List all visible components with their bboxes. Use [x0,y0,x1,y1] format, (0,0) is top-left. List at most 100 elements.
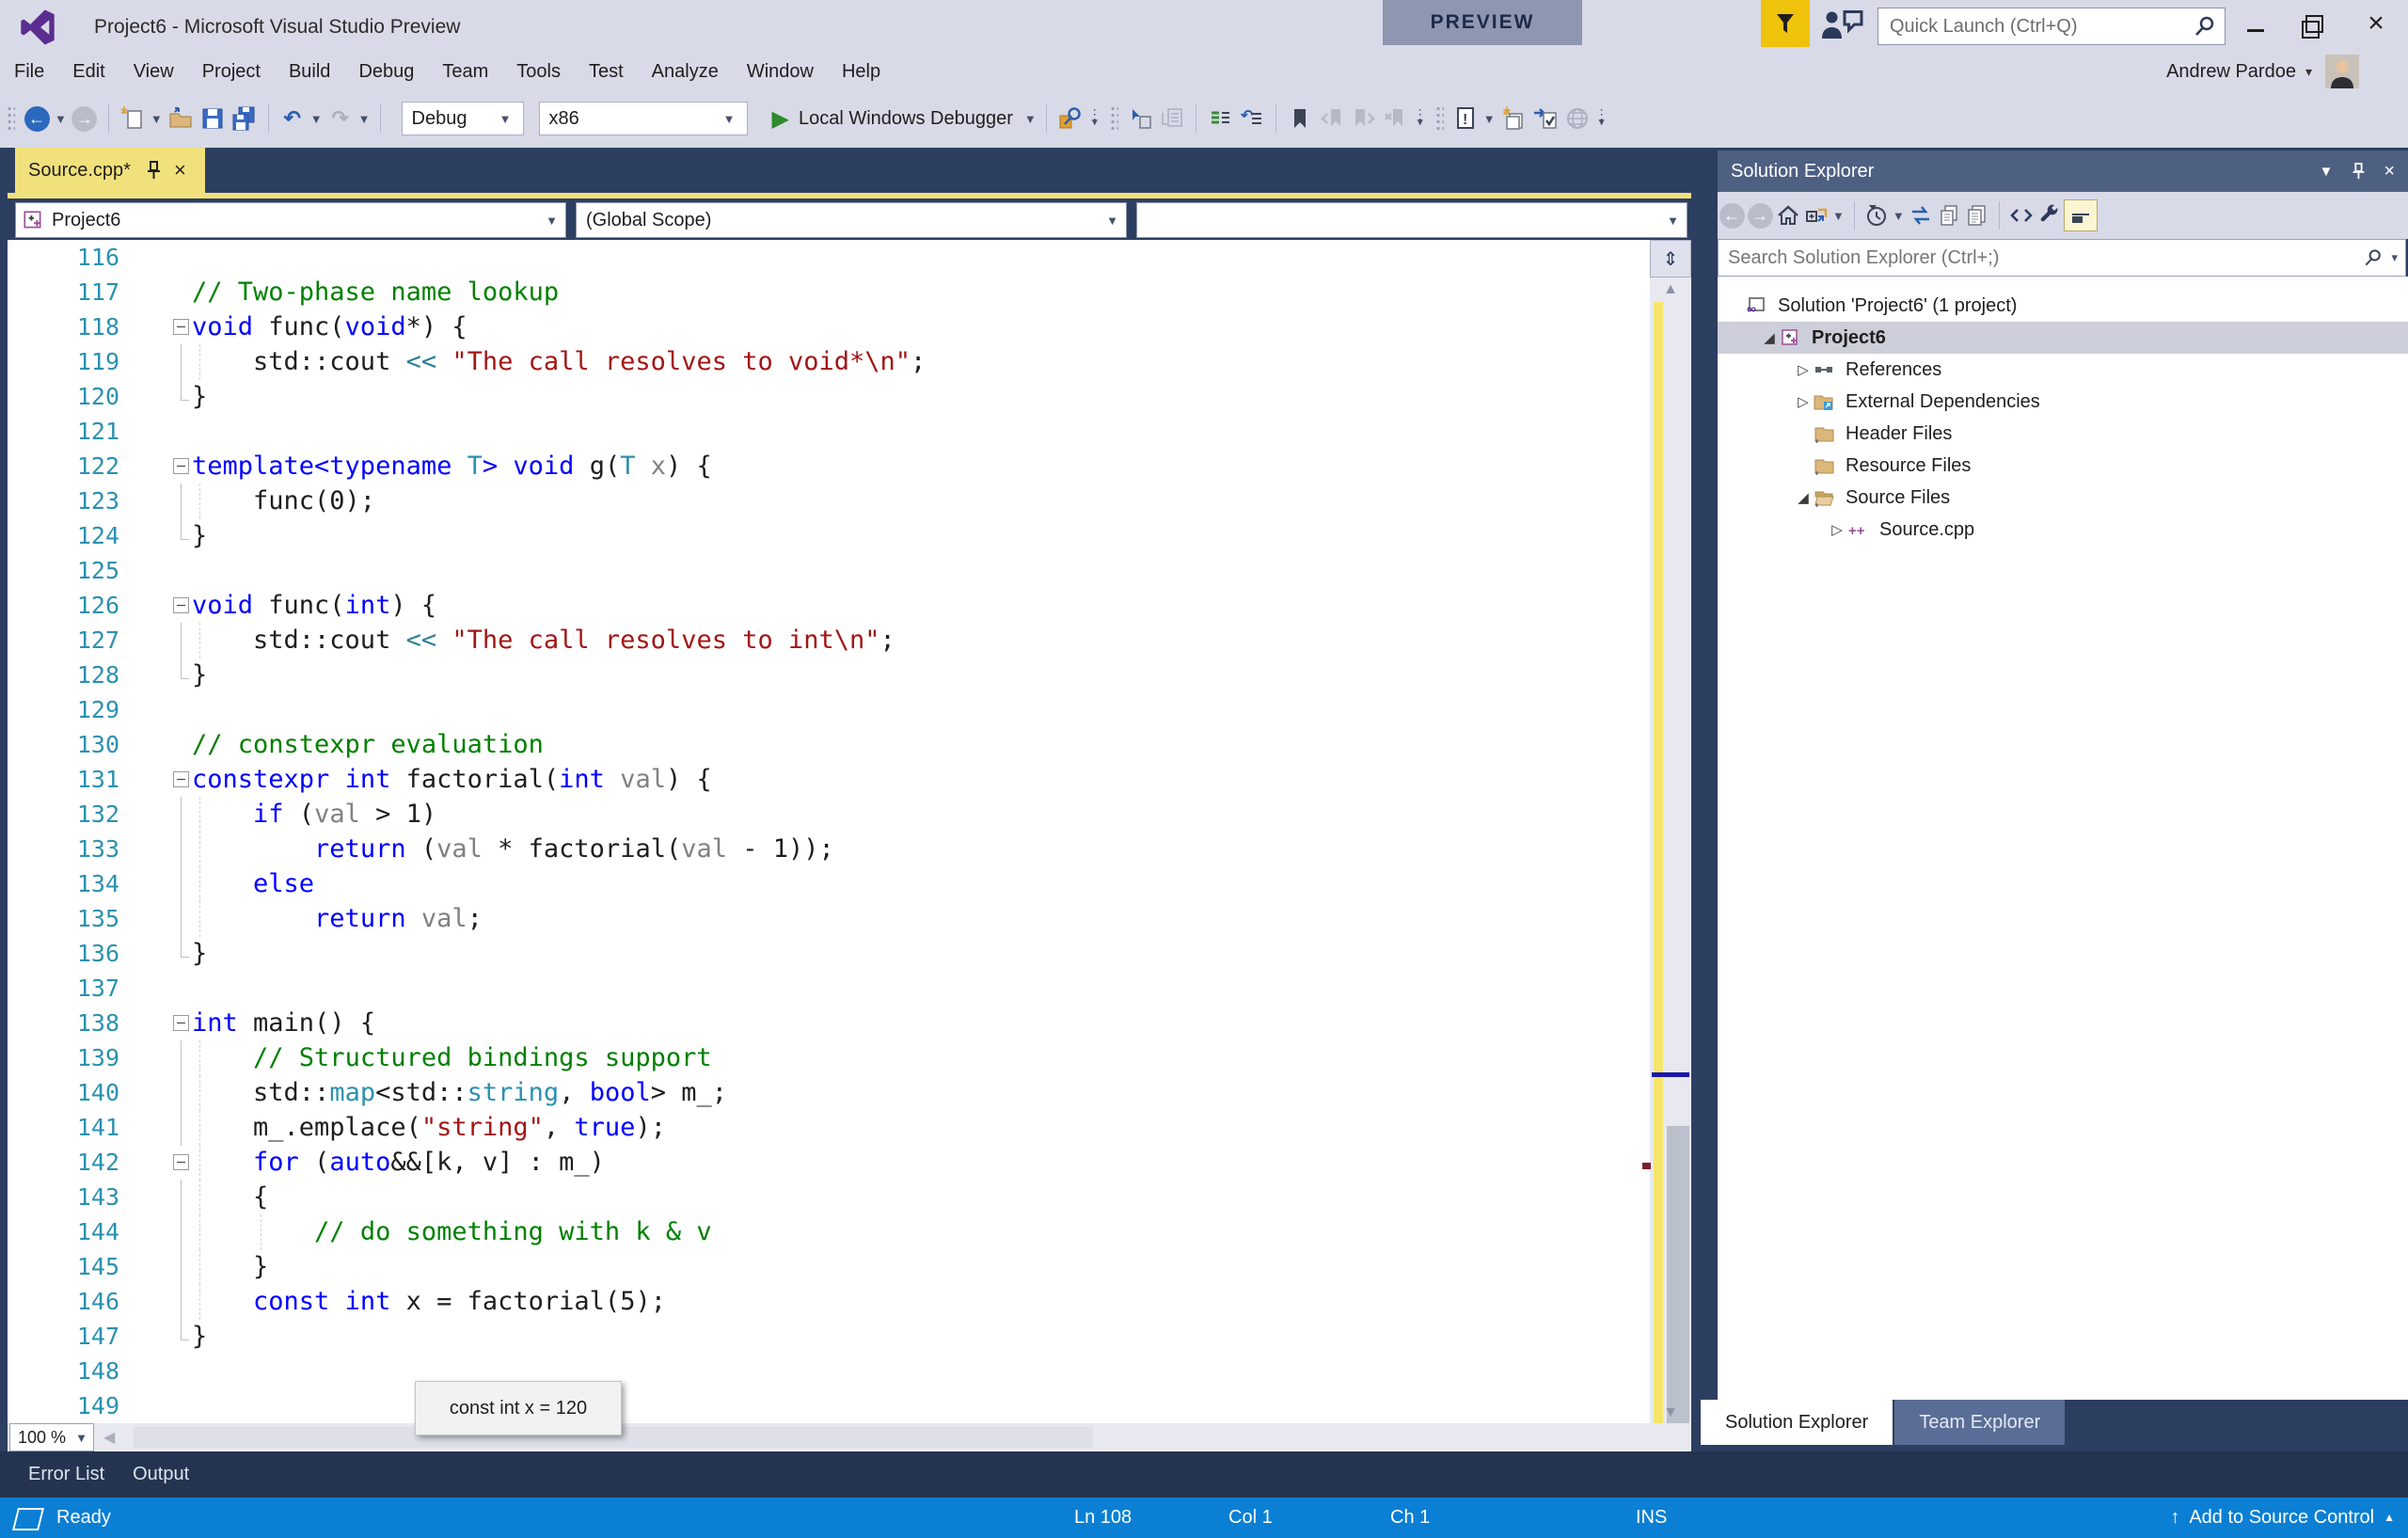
code-line[interactable]: 127 std::cout << "The call resolves to i… [8,623,1650,658]
toolbar-open-file-icon[interactable] [165,103,197,134]
se-preview-toggle-icon[interactable] [2064,201,2098,230]
se-collapse-all-icon[interactable] [1802,201,1830,230]
pin-icon[interactable] [144,160,163,181]
toolbar-toolbar-options-icon[interactable]: ⋮▾ [1593,110,1610,127]
code-line[interactable]: 141 m_.emplace("string", true); [8,1110,1650,1146]
code-line[interactable]: 119 std::cout << "The call resolves to v… [8,344,1650,380]
search-icon[interactable] [2363,247,2384,268]
code-line[interactable]: 120} [8,379,1650,415]
pin-icon[interactable] [2350,162,2367,181]
code-line[interactable]: 130// constexpr evaluation [8,727,1650,763]
se-dropdown-caret-icon[interactable]: ▼ [1893,209,1905,223]
se-copy-doc-icon[interactable] [1935,201,1963,230]
code-line[interactable]: 148 [8,1354,1650,1389]
menu-analyze[interactable]: Analyze [638,61,733,83]
code-line[interactable]: 123 func(0); [8,484,1650,519]
tree-item-source-cpp[interactable]: ▷++Source.cpp [1718,514,2408,546]
expander-collapsed-icon[interactable]: ▷ [1793,361,1814,378]
fold-collapse-box[interactable] [173,1006,189,1041]
toolbar-list-commands-icon[interactable] [1204,103,1236,134]
code-line[interactable]: 136} [8,936,1650,972]
toolbar-dropdown-caret-icon[interactable]: ▼ [310,112,323,126]
menu-team[interactable]: Team [428,61,502,83]
toolbar-redo-icon[interactable]: ↷ [325,103,356,134]
feedback-filter-button[interactable] [1761,0,1810,47]
close-tab-icon[interactable]: × [174,158,186,182]
toolbar-nav-forward-icon[interactable]: → [69,103,101,134]
user-account[interactable]: Andrew Pardoe ▾ [2166,54,2359,89]
tree-item-external-dependencies[interactable]: ▷External Dependencies [1718,386,2408,418]
toolbar-toolbar-options-icon[interactable]: ⋮▾ [1086,110,1103,127]
code-line[interactable]: 122template<typename T> void g(T x) { [8,449,1650,484]
code-line[interactable]: 117// Two-phase name lookup [8,275,1650,310]
toolbar-doc-outline-icon[interactable] [1156,103,1188,134]
zoom-dropdown[interactable]: 100 % ▼ [9,1423,94,1451]
autohide-tab-error-list[interactable]: Error List [28,1464,104,1485]
fold-collapse-box[interactable] [173,1145,189,1181]
code-line[interactable]: 118void func(void*) { [8,309,1650,345]
scroll-up-arrow[interactable]: ▲ [1650,281,1691,298]
code-line[interactable]: 137 [8,971,1650,1007]
add-to-source-control-button[interactable]: ↑ Add to Source Control ▲ [2170,1498,2395,1538]
solution-explorer-search[interactable]: Search Solution Explorer (Ctrl+;) ▾ [1718,239,2406,277]
menu-build[interactable]: Build [275,61,344,83]
status-line[interactable]: Ln 108 [1074,1498,1132,1538]
tree-item-references[interactable]: ▷References [1718,354,2408,386]
menu-view[interactable]: View [119,61,188,83]
toolbar-dropdown-caret-icon[interactable]: ▼ [150,112,163,126]
se-home-icon[interactable] [1774,201,1802,230]
tree-item-source-files[interactable]: ◢Source Files [1718,482,2408,514]
menu-tools[interactable]: Tools [502,61,575,83]
panel-tab-team-explorer[interactable]: Team Explorer [1894,1400,2065,1445]
fold-collapse-box[interactable] [173,588,189,624]
code-line[interactable]: 145 } [8,1249,1650,1285]
code-line[interactable]: 149 [8,1388,1650,1423]
chevron-down-icon[interactable]: ▾ [2391,250,2398,265]
start-debugging-button[interactable]: ▶ Local Windows Debugger ▼ [772,105,1038,133]
horizontal-scrollbar[interactable] [115,1423,1691,1451]
fold-collapse-box[interactable] [173,762,189,798]
toolbar-dropdown-caret-icon[interactable]: ▼ [1483,112,1496,126]
toolbar-save-all-icon[interactable] [229,103,261,134]
tab-source-cpp[interactable]: Source.cpp* × [15,148,205,193]
expander-collapsed-icon[interactable]: ▷ [1827,521,1847,538]
expander-expanded-icon[interactable]: ◢ [1793,489,1814,506]
code-line[interactable]: 134 else [8,866,1650,902]
code-line[interactable]: 129 [8,692,1650,728]
code-line[interactable]: 135 return val; [8,901,1650,937]
code-line[interactable]: 124} [8,518,1650,554]
toolbar-new-item-icon[interactable] [1497,103,1529,134]
project-dropdown[interactable]: Project6 ▼ [15,202,566,238]
se-dropdown-caret-icon[interactable]: ▼ [1832,209,1845,223]
code-line[interactable]: 131constexpr int factorial(int val) { [8,762,1650,798]
toolbar-bookmark-icon[interactable] [1284,103,1316,134]
se-sync-icon[interactable] [1907,201,1935,230]
panel-tab-solution-explorer[interactable]: Solution Explorer [1701,1400,1893,1445]
scope-dropdown[interactable]: (Global Scope) ▼ [576,202,1127,238]
autohide-tab-output[interactable]: Output [133,1464,189,1485]
menu-help[interactable]: Help [828,61,895,83]
tree-item-project6[interactable]: ◢Project6 [1718,322,2408,354]
code-line[interactable]: 139 // Structured bindings support [8,1040,1650,1076]
code-line[interactable]: 121 [8,414,1650,450]
toolbar-toolbar-options-icon[interactable]: ⋮▾ [1412,110,1429,127]
menu-project[interactable]: Project [188,61,275,83]
member-dropdown[interactable]: ▼ [1136,202,1687,238]
menu-file[interactable]: File [0,61,58,83]
close-icon[interactable]: × [2384,161,2395,182]
code-line[interactable]: 128} [8,658,1650,693]
expander-collapsed-icon[interactable]: ▷ [1793,393,1814,410]
menu-test[interactable]: Test [575,61,638,83]
code-line[interactable]: 126void func(int) { [8,588,1650,624]
window-position-icon[interactable]: ▼ [2319,164,2333,180]
restore-button[interactable] [2293,0,2335,47]
toolbar-dropdown-caret-icon[interactable]: ▼ [55,112,67,126]
tree-item-solution-project6-1-project-[interactable]: ∞Solution 'Project6' (1 project) [1718,290,2408,322]
code-line[interactable]: 147} [8,1319,1650,1355]
minimize-button[interactable] [2235,0,2276,47]
toolbar-dropdown-caret-icon[interactable]: ▼ [358,112,371,126]
close-button[interactable]: × [2355,0,2397,47]
expander-expanded-icon[interactable]: ◢ [1759,329,1780,346]
fold-collapse-box[interactable] [173,449,189,484]
solution-platforms-dropdown[interactable]: x86▼ [539,102,748,135]
